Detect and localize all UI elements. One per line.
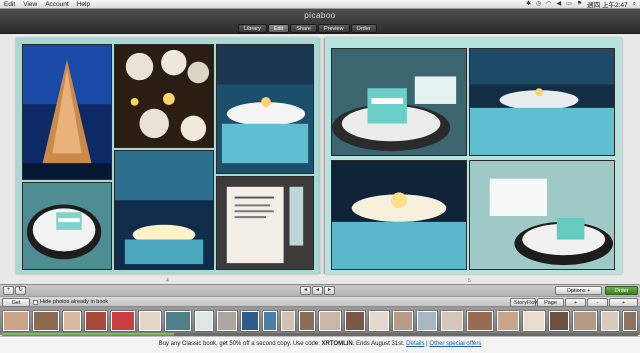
- next-page-icon[interactable]: ▸: [324, 286, 335, 295]
- book-canvas: 4 5: [0, 34, 640, 284]
- photo-round-table[interactable]: [331, 160, 467, 270]
- app-title: picaboo: [304, 11, 336, 20]
- other-offers-link[interactable]: Other special offers: [429, 341, 481, 347]
- hide-used-checkbox[interactable]: [33, 300, 38, 305]
- menu-list: Edit View Account Help: [0, 1, 90, 8]
- thumbnail[interactable]: [393, 311, 413, 331]
- promo-text-before: Buy any Classic book, get 50% off a seco…: [158, 341, 322, 347]
- thumbnail[interactable]: [623, 311, 637, 331]
- hide-used-label: Hide photos already in book: [40, 299, 109, 305]
- thumbnail[interactable]: [549, 311, 569, 331]
- thumbnail[interactable]: [369, 311, 389, 331]
- menubar-clock[interactable]: 週四 上午2:47: [587, 0, 627, 9]
- photo-place-setting[interactable]: [22, 182, 112, 270]
- left-page[interactable]: [16, 38, 319, 274]
- promo-code: XRTOMLIN: [321, 341, 353, 347]
- thumbnail[interactable]: [195, 311, 213, 331]
- menu-help[interactable]: Help: [77, 1, 90, 8]
- zoom-in-icon[interactable]: +: [3, 286, 14, 295]
- tab-library[interactable]: Library: [238, 24, 267, 33]
- photo-tray-toolbar: Get Photos Hide photos already in book S…: [0, 296, 640, 314]
- status-tray: ✱ ◷ ◠ ◀ ▭ ⚑ 週四 上午2:47 ⌕: [526, 0, 640, 9]
- time-machine-icon[interactable]: ◷: [536, 1, 541, 7]
- photo-filmstrip: [0, 307, 640, 335]
- menu-account[interactable]: Account: [45, 1, 69, 8]
- page-sorter-button[interactable]: Page Sorter: [537, 298, 564, 314]
- thumbnail[interactable]: [85, 311, 107, 331]
- thumbnail[interactable]: [139, 311, 161, 331]
- thumbnail[interactable]: [467, 311, 493, 331]
- bluetooth-icon[interactable]: ✱: [526, 1, 531, 7]
- add-caption-button[interactable]: + Caption: [609, 298, 638, 314]
- system-menu-bar: Edit View Account Help ✱ ◷ ◠ ◀ ▭ ⚑ 週四 上午…: [0, 0, 640, 9]
- volume-icon[interactable]: ◀: [556, 1, 561, 7]
- photo-favor-box[interactable]: [331, 48, 467, 156]
- wifi-icon[interactable]: ◠: [546, 1, 551, 7]
- app-toolbar: picaboo Library Edit Share Preview Order: [0, 9, 640, 34]
- rotate-icon[interactable]: ↻: [15, 286, 26, 295]
- add-page-button[interactable]: + Page: [565, 298, 586, 314]
- thumbnail[interactable]: [281, 311, 295, 331]
- thumbnail[interactable]: [523, 311, 545, 331]
- get-photos-button[interactable]: Get Photos: [2, 298, 30, 314]
- thumbnail[interactable]: [299, 311, 315, 331]
- photo-hall-tables[interactable]: [216, 44, 314, 174]
- order-book-button[interactable]: Order Book: [605, 286, 638, 302]
- menu-view[interactable]: View: [23, 1, 37, 8]
- thumbnail[interactable]: [497, 311, 519, 331]
- remove-page-button[interactable]: - Page: [587, 298, 608, 314]
- photo-champagne-tower[interactable]: [22, 44, 112, 180]
- thumbnail[interactable]: [3, 311, 29, 331]
- menu-edit[interactable]: Edit: [4, 1, 15, 8]
- photo-blue-ballroom[interactable]: [114, 150, 214, 270]
- photo-flowers-candles[interactable]: [114, 44, 214, 148]
- prev-page-icon[interactable]: ◂: [312, 286, 323, 295]
- thumbnail[interactable]: [165, 311, 191, 331]
- details-link[interactable]: Details: [406, 341, 424, 347]
- right-page[interactable]: [325, 38, 622, 274]
- thumbnail[interactable]: [241, 311, 259, 331]
- photo-menu-card[interactable]: [216, 176, 314, 270]
- thumbnail[interactable]: [33, 311, 59, 331]
- options-prices-button[interactable]: Options + Prices: [555, 286, 602, 302]
- promo-banner: Buy any Classic book, get 50% off a seco…: [0, 336, 640, 353]
- storyflow-button[interactable]: StoryFlow: [510, 298, 538, 307]
- photo-place-card[interactable]: [469, 160, 615, 270]
- thumbnail[interactable]: [601, 311, 619, 331]
- mode-tabs: Library Edit Share Preview Order: [238, 24, 377, 33]
- thumbnail[interactable]: [417, 311, 437, 331]
- spotlight-icon[interactable]: ⌕: [633, 1, 636, 7]
- tab-share[interactable]: Share: [290, 24, 317, 33]
- thumbnail[interactable]: [573, 311, 597, 331]
- tab-edit[interactable]: Edit: [267, 24, 290, 33]
- thumbnail[interactable]: [441, 311, 463, 331]
- promo-text-after: . Ends August 31st.: [352, 341, 407, 347]
- photo-reception-tables[interactable]: [469, 48, 615, 156]
- thumbnail[interactable]: [217, 311, 237, 331]
- thumbnail[interactable]: [63, 311, 81, 331]
- thumbnail[interactable]: [319, 311, 341, 331]
- battery-icon[interactable]: ▭: [566, 1, 572, 7]
- flag-icon[interactable]: ⚑: [577, 1, 582, 7]
- tab-order[interactable]: Order: [350, 24, 377, 33]
- thumbnail[interactable]: [345, 311, 365, 331]
- thumbnail[interactable]: [263, 311, 277, 331]
- first-page-icon[interactable]: ◂: [300, 286, 311, 295]
- thumbnail[interactable]: [111, 311, 135, 331]
- tab-preview[interactable]: Preview: [317, 24, 350, 33]
- page-controls: + ↻ ◂ ◂ ▸ Options + Prices Order Book: [0, 284, 640, 302]
